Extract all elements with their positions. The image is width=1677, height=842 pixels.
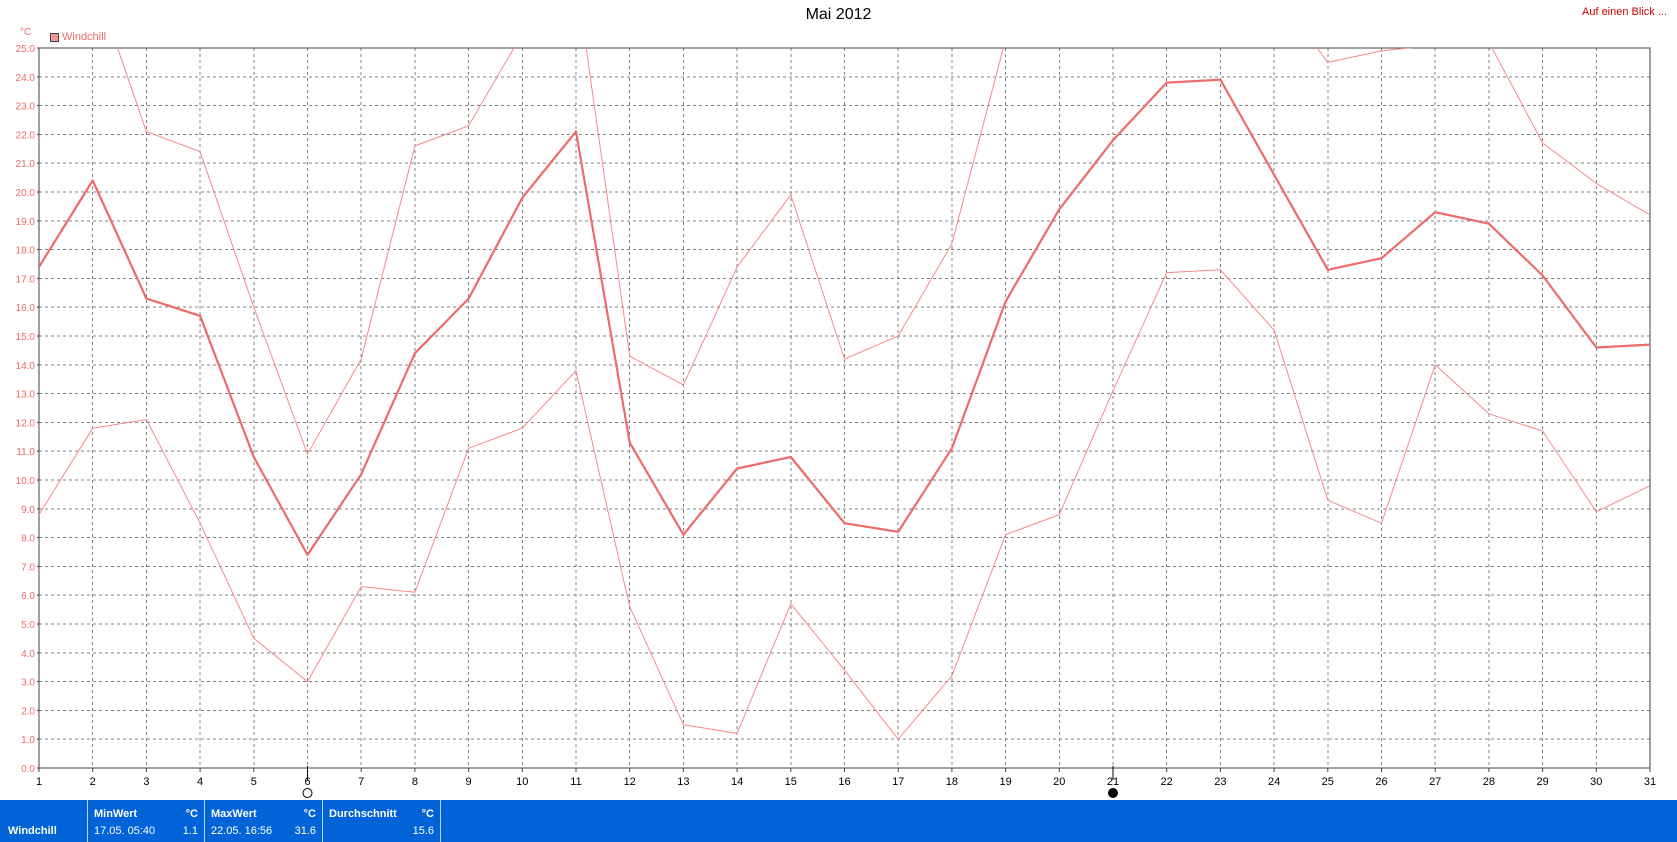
full-moon-icon: [302, 788, 313, 798]
chart-title: Mai 2012: [805, 6, 872, 23]
y-tick-label: 25.0: [16, 44, 36, 55]
x-tick-label: 4: [197, 776, 203, 788]
y-tick-label: 24.0: [16, 73, 36, 84]
avg-unit: °C: [421, 808, 434, 820]
y-tick-label: 0.0: [21, 764, 35, 775]
stats-max-cell: MaxWert °C 22.05. 16:56 31.6: [205, 800, 323, 842]
y-tick-label: 1.0: [21, 735, 35, 746]
new-moon-icon: [1108, 788, 1118, 798]
y-tick-label: 8.0: [21, 534, 35, 545]
x-tick-label: 24: [1268, 776, 1280, 788]
legend: Windchill: [50, 31, 106, 43]
y-tick-label: 21.0: [16, 159, 36, 170]
x-tick-label: 13: [677, 776, 689, 788]
y-tick-label: 20.0: [16, 188, 36, 199]
x-tick-label: 19: [999, 776, 1011, 788]
x-tick-label: 17: [892, 776, 904, 788]
x-tick-label: 16: [838, 776, 850, 788]
y-tick-label: 3.0: [21, 678, 35, 689]
x-tick-label: 23: [1214, 776, 1226, 788]
x-tick-label: 15: [785, 776, 797, 788]
y-axis-unit: °C: [20, 27, 32, 38]
x-tick-label: 31: [1644, 776, 1656, 788]
y-tick-label: 13.0: [16, 390, 36, 401]
y-tick-label: 22.0: [16, 130, 36, 141]
min-unit: °C: [185, 808, 198, 820]
min-header: MinWert: [94, 808, 138, 820]
y-tick-label: 23.0: [16, 102, 36, 113]
y-tick-label: 14.0: [16, 361, 36, 372]
y-tick-label: 18.0: [16, 246, 36, 257]
x-tick-label: 3: [143, 776, 149, 788]
x-tick-label: 10: [516, 776, 528, 788]
x-tick-label: 20: [1053, 776, 1065, 788]
x-tick-label: 1: [36, 776, 42, 788]
max-time: 22.05. 16:56: [211, 825, 273, 837]
avg-header: Durchschnitt: [329, 808, 397, 820]
x-tick-label: 29: [1536, 776, 1548, 788]
x-tick-label: 7: [358, 776, 364, 788]
y-tick-label: 5.0: [21, 620, 35, 631]
stats-row-label: Windchill: [8, 825, 57, 837]
y-tick-label: 16.0: [16, 303, 36, 314]
windchill-chart: 0.01.02.03.04.05.06.07.08.09.010.011.012…: [16, 44, 1656, 798]
legend-label: Windchill: [62, 31, 107, 43]
y-tick-label: 12.0: [16, 418, 36, 429]
x-tick-label: 26: [1375, 776, 1387, 788]
x-tick-label: 22: [1161, 776, 1173, 788]
max-header: MaxWert: [211, 808, 257, 820]
x-tick-label: 8: [412, 776, 418, 788]
stats-avg-cell: Durchschnitt °C 15.6: [323, 800, 441, 842]
y-tick-label: 19.0: [16, 217, 36, 228]
glance-link[interactable]: Auf einen Blick ...: [1582, 6, 1667, 18]
y-tick-label: 11.0: [16, 447, 35, 458]
stats-bar: Windchill MinWert °C 17.05. 05:40 1.1 Ma…: [0, 800, 1677, 842]
legend-swatch: [50, 32, 59, 42]
stats-row-label-cell: Windchill: [0, 800, 88, 842]
x-tick-label: 14: [731, 776, 743, 788]
min-value: 1.1: [182, 825, 198, 837]
x-tick-label: 2: [90, 776, 96, 788]
x-tick-label: 30: [1590, 776, 1602, 788]
stats-min-cell: MinWert °C 17.05. 05:40 1.1: [88, 800, 205, 842]
x-tick-label: 28: [1483, 776, 1495, 788]
x-tick-label: 27: [1429, 776, 1441, 788]
max-unit: °C: [303, 808, 316, 820]
x-tick-label: 9: [466, 776, 472, 788]
y-tick-label: 2.0: [21, 706, 35, 717]
y-tick-label: 7.0: [21, 562, 35, 573]
x-tick-label: 5: [251, 776, 257, 788]
y-tick-label: 4.0: [21, 649, 35, 660]
avg-value: 15.6: [412, 825, 434, 837]
y-tick-label: 9.0: [21, 505, 35, 516]
y-tick-label: 6.0: [21, 591, 35, 602]
min-time: 17.05. 05:40: [94, 825, 156, 837]
y-tick-label: 15.0: [16, 332, 36, 343]
x-tick-label: 12: [624, 776, 636, 788]
x-tick-label: 11: [570, 776, 581, 788]
y-tick-label: 10.0: [16, 476, 36, 487]
y-tick-label: 17.0: [16, 274, 36, 285]
x-tick-label: 25: [1322, 776, 1334, 788]
max-value: 31.6: [294, 825, 316, 837]
x-tick-label: 18: [946, 776, 958, 788]
